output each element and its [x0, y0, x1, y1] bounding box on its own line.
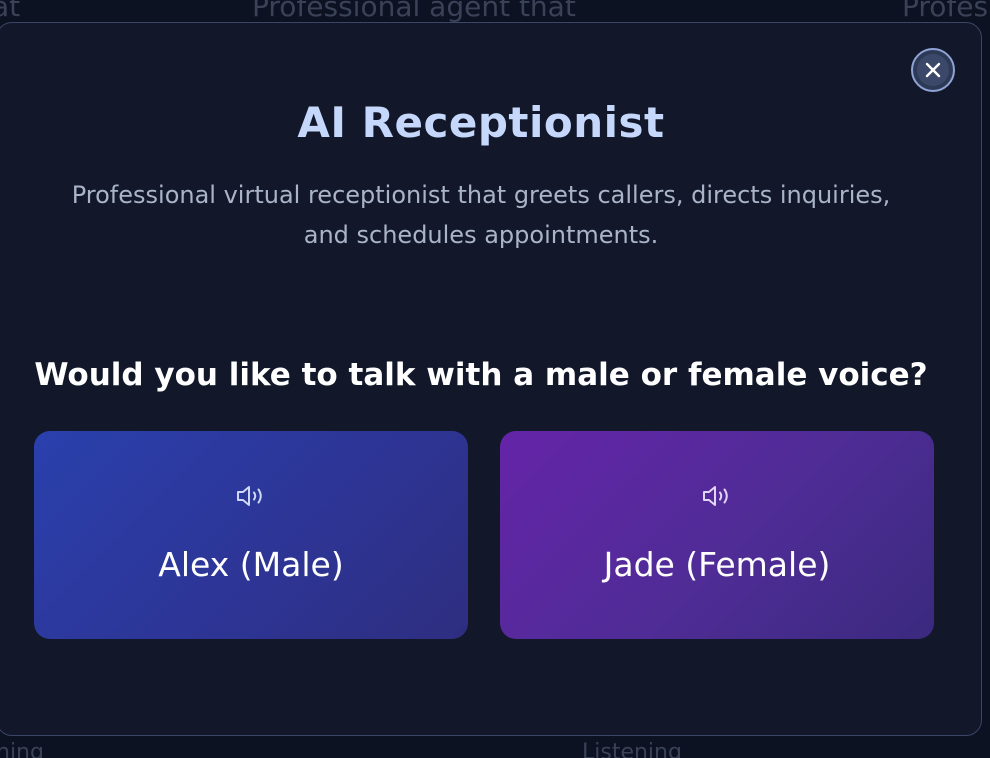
close-icon: [917, 54, 949, 86]
voice-option-female-label: Jade (Female): [603, 545, 831, 584]
bg-text-bottom-center: Listening: [582, 740, 682, 758]
bg-text-top-right: Profes: [902, 0, 989, 23]
close-button[interactable]: [911, 48, 955, 92]
voice-option-male-label: Alex (Male): [158, 545, 344, 584]
voice-option-female-button[interactable]: Jade (Female): [500, 431, 934, 639]
bg-text-bottom-left: ning: [0, 740, 44, 758]
voice-question: Would you like to talk with a male or fe…: [34, 357, 928, 393]
modal-description: Professional virtual receptionist that g…: [71, 181, 891, 249]
speaker-icon: [237, 486, 262, 506]
bg-text-top-left: at: [0, 0, 21, 23]
voice-option-male-button[interactable]: Alex (Male): [34, 431, 468, 639]
modal-title: AI Receptionist: [297, 98, 665, 147]
speaker-icon: [703, 486, 728, 506]
bg-text-top-center: Professional agent that: [252, 0, 576, 23]
